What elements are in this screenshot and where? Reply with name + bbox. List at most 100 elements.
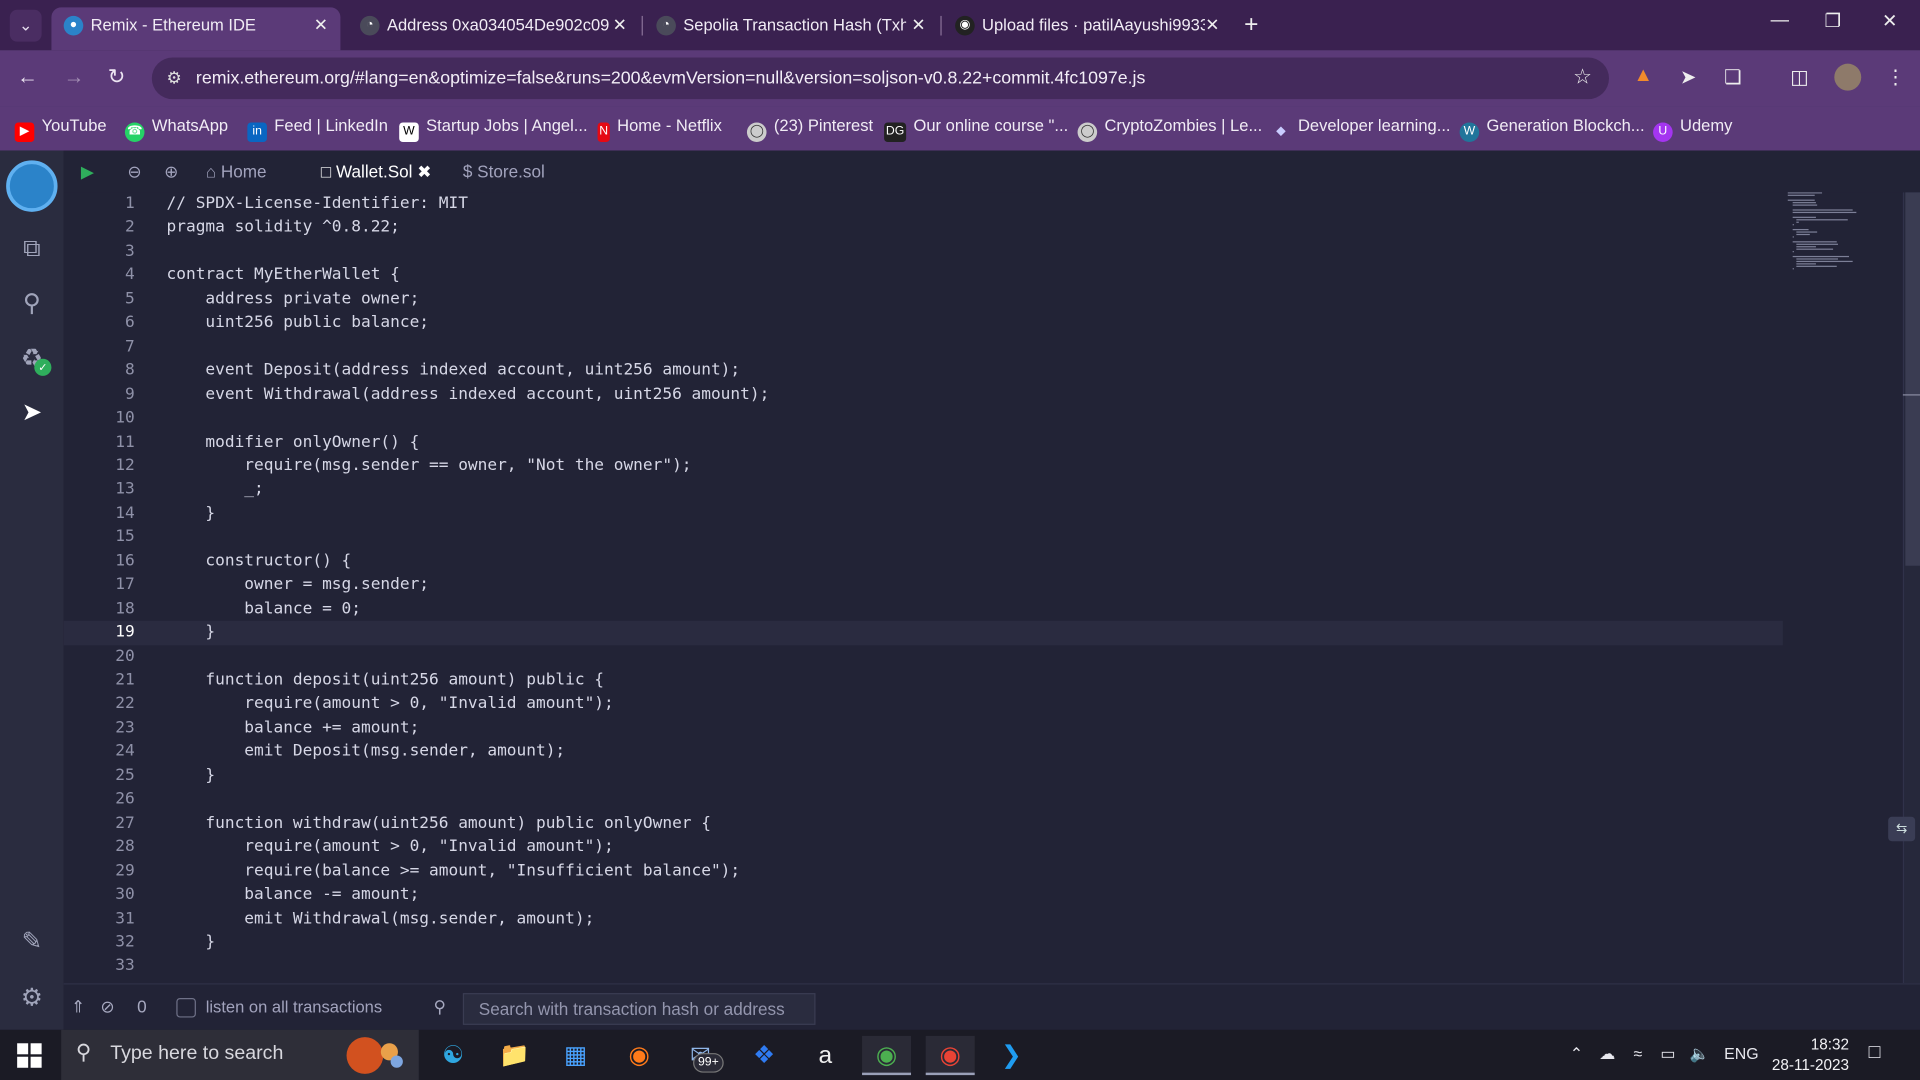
dropbox-icon[interactable]: ❖: [740, 1036, 789, 1075]
firefox-icon[interactable]: ◉: [615, 1036, 664, 1075]
code-line[interactable]: 17 owner = msg.sender;: [64, 573, 1783, 597]
browser-tab-remix[interactable]: ● Remix - Ethereum IDE ✕: [51, 7, 341, 51]
deploy-run-icon[interactable]: ➤: [17, 398, 46, 427]
code-line[interactable]: 21 function deposit(uint256 amount) publ…: [64, 669, 1783, 693]
tab-home[interactable]: ⌂ Home: [206, 162, 267, 182]
browser-menu-icon[interactable]: ⋮: [1886, 65, 1906, 89]
tab-store-sol[interactable]: $ Store.sol: [463, 162, 545, 182]
close-tab-icon[interactable]: ✕: [613, 7, 627, 43]
close-tab-icon[interactable]: ✖: [417, 162, 431, 182]
code-line[interactable]: 33: [64, 954, 1783, 978]
bookmark-pinterest[interactable]: ◯ (23) Pinterest: [746, 116, 873, 143]
restore-icon[interactable]: ❐: [1825, 10, 1841, 32]
editor-scrollbar[interactable]: [1902, 192, 1920, 984]
taskbar-search-box[interactable]: ⚲ Type here to search: [61, 1029, 419, 1080]
code-line[interactable]: 31 emit Withdrawal(msg.sender, amount);: [64, 907, 1783, 931]
code-text[interactable]: event Withdrawal(address indexed account…: [167, 383, 770, 407]
code-text[interactable]: balance = 0;: [167, 597, 361, 621]
code-line[interactable]: 2 pragma solidity ^0.8.22;: [64, 216, 1783, 240]
bookmark-linkedin[interactable]: in Feed | LinkedIn: [247, 116, 388, 143]
code-line[interactable]: 16 constructor() {: [64, 549, 1783, 573]
edge-icon[interactable]: ☯: [429, 1036, 478, 1075]
code-text[interactable]: pragma solidity ^0.8.22;: [167, 216, 400, 240]
browser-tab-github-upload[interactable]: ◉ Upload files · patilAayushi9933/ ✕: [943, 7, 1232, 50]
bookmark-cryptozombies[interactable]: ◯ CryptoZombies | Le...: [1077, 116, 1262, 143]
file-explorer-icon[interactable]: ⧉: [17, 234, 46, 263]
minimap[interactable]: [1787, 192, 1896, 290]
code-text[interactable]: owner = msg.sender;: [167, 573, 430, 597]
transaction-search-input[interactable]: [462, 993, 816, 1025]
listen-transactions-checkbox[interactable]: [176, 997, 196, 1018]
vscode-icon[interactable]: ❯: [987, 1036, 1036, 1075]
search-icon[interactable]: ⚲: [17, 289, 46, 318]
notifications-icon[interactable]: □: [1869, 1042, 1881, 1064]
code-text[interactable]: require(amount > 0, "Invalid amount");: [167, 835, 614, 859]
code-text[interactable]: }: [167, 931, 215, 955]
expand-terminal-icon[interactable]: ⇑: [71, 997, 85, 1018]
code-line[interactable]: 11 modifier onlyOwner() {: [64, 430, 1783, 454]
code-text[interactable]: balance += amount;: [167, 716, 419, 740]
code-line[interactable]: 26: [64, 788, 1783, 812]
scrollbar-thumb[interactable]: [1905, 192, 1920, 566]
clear-console-icon[interactable]: ⊘: [100, 997, 114, 1018]
code-line[interactable]: 6 uint256 public balance;: [64, 311, 1783, 335]
solidity-compiler-icon[interactable]: ♻ ✓: [17, 344, 52, 376]
back-arrow-icon[interactable]: ←: [17, 65, 38, 89]
code-line[interactable]: 14 }: [64, 502, 1783, 526]
code-text[interactable]: contract MyEtherWallet {: [167, 264, 400, 288]
code-text[interactable]: function withdraw(uint256 amount) public…: [167, 811, 711, 835]
microsoft-store-icon[interactable]: ▦: [551, 1036, 600, 1075]
code-text[interactable]: balance -= amount;: [167, 883, 419, 907]
bookmark-udemy[interactable]: U Udemy: [1653, 116, 1732, 143]
code-text[interactable]: uint256 public balance;: [167, 311, 430, 335]
code-line[interactable]: 27 function withdraw(uint256 amount) pub…: [64, 811, 1783, 835]
bookmark-star-icon[interactable]: ☆: [1573, 65, 1592, 89]
code-text[interactable]: emit Withdrawal(msg.sender, amount);: [167, 907, 595, 931]
code-text[interactable]: require(amount > 0, "Invalid amount");: [167, 692, 614, 716]
input-language[interactable]: ENG: [1724, 1044, 1758, 1062]
code-line[interactable]: 1 // SPDX-License-Identifier: MIT: [64, 192, 1783, 216]
code-text[interactable]: modifier onlyOwner() {: [167, 430, 419, 454]
code-line[interactable]: 25 }: [64, 764, 1783, 788]
code-line[interactable]: 7: [64, 335, 1783, 359]
code-line[interactable]: 4 contract MyEtherWallet {: [64, 264, 1783, 288]
browser-tab-sepolia-tx[interactable]: ◔ Sepolia Transaction Hash (Txhas ✕: [644, 7, 938, 50]
metamask-extension-icon[interactable]: ▲: [1633, 65, 1652, 87]
show-hidden-icons-icon[interactable]: ⌃: [1570, 1044, 1583, 1064]
forward-arrow-icon[interactable]: →: [64, 65, 85, 89]
settings-gear-icon[interactable]: ⚙: [17, 983, 46, 1012]
tab-wallet-sol[interactable]: □ Wallet.Sol ✖: [321, 162, 432, 183]
url-text[interactable]: remix.ethereum.org/#lang=en&optimize=fal…: [196, 69, 1145, 89]
system-clock[interactable]: 18:32 28-11-2023: [1768, 1035, 1849, 1077]
code-line[interactable]: 20: [64, 645, 1783, 669]
volume-icon[interactable]: 🔈: [1690, 1044, 1710, 1064]
toggle-side-panel-icon[interactable]: ⇆: [1888, 816, 1916, 842]
code-text[interactable]: }: [167, 502, 215, 526]
bookmark-whatsapp[interactable]: ☎ WhatsApp: [124, 116, 228, 143]
code-editor[interactable]: 1 // SPDX-License-Identifier: MIT 2 pragma …: [63, 192, 1920, 984]
profile-avatar[interactable]: [1834, 63, 1862, 91]
wifi-icon[interactable]: ≈: [1633, 1044, 1642, 1062]
code-text[interactable]: address private owner;: [167, 288, 419, 312]
extension-cursor-icon[interactable]: ➤: [1680, 65, 1696, 89]
chrome-icon[interactable]: ◉: [862, 1035, 912, 1076]
code-text[interactable]: require(msg.sender == owner, "Not the ow…: [167, 454, 692, 478]
browser-tab-etherscan-address[interactable]: ◔ Address 0xa034054De902c090a ✕: [348, 7, 639, 50]
code-text[interactable]: }: [167, 764, 215, 788]
zoom-in-icon[interactable]: ⊕: [164, 162, 178, 183]
code-line[interactable]: 9 event Withdrawal(address indexed accou…: [64, 383, 1783, 407]
side-panel-icon[interactable]: ◫: [1790, 65, 1809, 89]
reload-icon[interactable]: ↻: [108, 65, 125, 89]
code-line[interactable]: 3: [64, 240, 1783, 264]
code-text[interactable]: require(balance >= amount, "Insufficient…: [167, 859, 741, 883]
code-text[interactable]: function deposit(uint256 amount) public …: [167, 669, 604, 693]
code-text[interactable]: _;: [167, 478, 263, 502]
bookmark-generation-blockchain[interactable]: W Generation Blockch...: [1459, 116, 1645, 143]
extensions-puzzle-icon[interactable]: ❏: [1724, 65, 1742, 89]
code-text[interactable]: constructor() {: [167, 549, 351, 573]
windows-start-icon[interactable]: [17, 1043, 42, 1068]
code-line[interactable]: 10: [64, 407, 1783, 431]
code-text[interactable]: event Deposit(address indexed account, u…: [167, 359, 741, 383]
code-line[interactable]: 8 event Deposit(address indexed account,…: [64, 359, 1783, 383]
amazon-icon[interactable]: a: [801, 1036, 850, 1075]
